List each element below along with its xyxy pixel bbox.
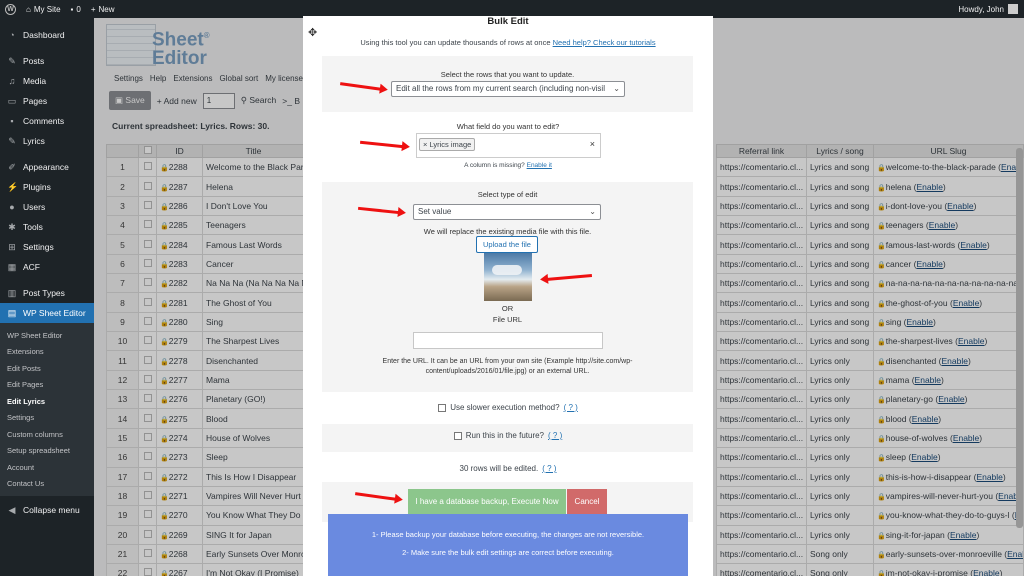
post-types-icon: ▥	[7, 287, 17, 298]
acf-icon: ▦	[7, 261, 17, 272]
clear-field-icon[interactable]: ×	[590, 139, 595, 149]
missing-column-note: A column is missing? Enable it	[464, 162, 552, 169]
settings-icon: ⊞	[8, 241, 16, 252]
rows-select[interactable]: Edit all the rows from my current search…	[391, 81, 625, 97]
user-account-menu[interactable]: Howdy, John	[958, 4, 1024, 14]
bulk-edit-modal: Bulk Edit ✥ Using this tool you can upda…	[303, 16, 713, 576]
comment-icon: ▪	[10, 116, 14, 126]
sidebar-item-comments[interactable]: ▪ Comments	[0, 111, 94, 131]
plug-icon: ⚡	[7, 181, 19, 192]
paintbrush-icon: ✐	[8, 161, 16, 172]
sidebar-item-pages[interactable]: ▭ Pages	[0, 91, 94, 111]
sidebar-item-acf[interactable]: ▦ ACF	[0, 257, 94, 277]
sidebar-item-settings[interactable]: ⊞ Settings	[0, 237, 94, 257]
collapse-icon: ◀	[8, 504, 16, 515]
comment-icon: ▪	[70, 4, 74, 14]
rows-selection-panel: Select the rows that you want to update.…	[322, 56, 693, 112]
pushpin-icon: ✎	[8, 135, 16, 146]
rows-edited-help-link[interactable]: ( ? )	[542, 464, 556, 473]
edit-type-select[interactable]: Set value ⌄	[413, 204, 601, 220]
run-future-checkbox[interactable]	[453, 431, 462, 440]
submenu-edit-posts[interactable]: Edit Posts	[0, 360, 94, 377]
file-url-input[interactable]	[413, 332, 603, 349]
page-icon: ▭	[7, 95, 17, 106]
new-content-link[interactable]: + New	[86, 0, 120, 18]
submenu-contact-us[interactable]: Contact Us	[0, 476, 94, 493]
sidebar-item-wp-sheet-editor[interactable]: ▤ WP Sheet Editor	[0, 303, 94, 323]
sidebar-item-lyrics[interactable]: ✎ Lyrics	[0, 131, 94, 151]
upload-file-button[interactable]: Upload the file	[476, 236, 538, 253]
modal-title: Bulk Edit	[487, 16, 529, 27]
submenu-wp-sheet-editor[interactable]: WP Sheet Editor	[0, 327, 94, 344]
comments-link[interactable]: ▪ 0	[66, 0, 86, 18]
help-tutorials-link[interactable]: Need help? Check our tutorials	[553, 38, 656, 47]
modal-intro: Using this tool you can update thousands…	[360, 38, 656, 47]
sidebar-item-tools[interactable]: ✱ Tools	[0, 217, 94, 237]
chevron-down-icon: ⌄	[589, 207, 596, 216]
sidebar-item-dashboard[interactable]: ◔ Dashboard	[0, 25, 94, 45]
slower-execution-checkbox[interactable]	[438, 403, 447, 412]
avatar	[1008, 4, 1018, 14]
sidebar-item-posts[interactable]: ✎ Posts	[0, 51, 94, 71]
cancel-button[interactable]: Cancel	[567, 489, 607, 515]
wordpress-icon: W	[5, 3, 16, 15]
user-icon: ●	[9, 202, 15, 212]
sidebar-item-users[interactable]: ● Users	[0, 197, 94, 217]
submenu-setup-spreadsheet[interactable]: Setup spreadsheet	[0, 443, 94, 460]
wrench-icon: ✱	[8, 221, 16, 232]
admin-sidebar: ◔ Dashboard ✎ Posts ♫ Media ▭ Pages ▪ Comment…	[0, 18, 94, 576]
pushpin-icon: ✎	[8, 55, 16, 66]
sidebar-item-post-types[interactable]: ▥ Post Types	[0, 283, 94, 303]
run-future-row: Run this in the future? ( ? )	[303, 431, 713, 440]
backup-warning-box: 1- Please backup your database before ex…	[328, 514, 688, 576]
wp-logo-button[interactable]: W	[0, 0, 21, 18]
submenu-edit-pages[interactable]: Edit Pages	[0, 377, 94, 394]
media-thumbnail	[484, 253, 532, 301]
collapse-menu-button[interactable]: ◀ Collapse menu	[0, 500, 94, 520]
sidebar-item-media[interactable]: ♫ Media	[0, 71, 94, 91]
submenu-account[interactable]: Account	[0, 459, 94, 476]
slower-help-link[interactable]: ( ? )	[564, 403, 578, 412]
sheet-editor-icon: ▤	[7, 307, 17, 318]
submenu-custom-columns[interactable]: Custom columns	[0, 426, 94, 443]
submenu-extensions[interactable]: Extensions	[0, 344, 94, 361]
future-help-link[interactable]: ( ? )	[548, 431, 562, 440]
sidebar-item-appearance[interactable]: ✐ Appearance	[0, 157, 94, 177]
submenu-edit-lyrics[interactable]: Edit Lyrics	[0, 393, 94, 410]
slower-execution-row: Use slower execution method? ( ? )	[303, 403, 713, 412]
dashboard-icon: ◔	[9, 30, 15, 40]
submenu-settings[interactable]: Settings	[0, 410, 94, 427]
chevron-down-icon: ⌄	[613, 84, 620, 93]
media-icon: ♫	[8, 76, 16, 86]
home-icon: ⌂	[26, 4, 31, 14]
field-select[interactable]: × Lyrics image ×	[416, 133, 601, 158]
enable-it-link[interactable]: Enable it	[527, 162, 552, 169]
execute-now-button[interactable]: I have a database backup, Execute Now	[408, 489, 566, 515]
sheet-editor-submenu: WP Sheet Editor Extensions Edit Posts Ed…	[0, 323, 94, 496]
plus-icon: +	[90, 4, 96, 14]
sidebar-item-plugins[interactable]: ⚡ Plugins	[0, 177, 94, 197]
rows-edited-note: 30 rows will be edited. ( ? )	[459, 464, 557, 473]
site-name-link[interactable]: ⌂ My Site	[21, 0, 66, 18]
selected-field-tag[interactable]: × Lyrics image	[419, 138, 476, 151]
